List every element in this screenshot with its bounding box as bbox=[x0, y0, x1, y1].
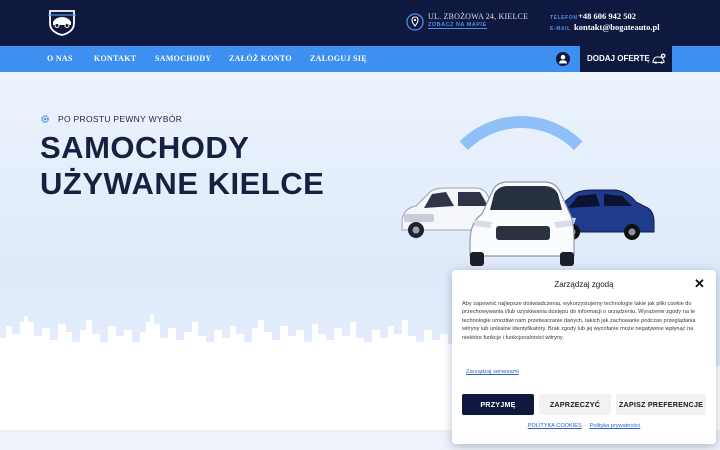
consent-title: Zarządzaj zgodą bbox=[554, 280, 614, 289]
hero-tagline: PO PROSTU PEWNY WYBÓR bbox=[58, 114, 183, 124]
phone-number[interactable]: +48 606 942 502 bbox=[578, 11, 636, 21]
hero-title-line1: SAMOCHODY bbox=[40, 130, 250, 165]
email-label: E-MAIL bbox=[550, 26, 571, 32]
consent-text: Aby zapewnić najlepsze doświadczenia, wy… bbox=[462, 301, 696, 341]
top-bar: UL. ZBOŻOWA 24, KIELCE ZOBACZ NA MAPIE T… bbox=[0, 0, 720, 46]
phone-label: TELEFON bbox=[550, 15, 578, 21]
add-offer-label: DODAJ OFERTĘ bbox=[587, 54, 650, 63]
add-offer-button[interactable]: DODAJ OFERTĘ bbox=[580, 46, 672, 72]
accept-button[interactable]: PRZYJMĘ bbox=[462, 394, 534, 415]
link-separator: · bbox=[584, 423, 587, 429]
nav-item-zaloguj-sie[interactable]: ZALOGUJ SIĘ bbox=[310, 54, 367, 63]
gear-icon bbox=[41, 115, 49, 123]
nav-item-o-nas[interactable]: O NAS bbox=[47, 54, 73, 63]
cookie-consent-dialog: Zarządzaj zgodą ✕ Aby zapewnić najlepsze… bbox=[452, 270, 716, 444]
reject-button[interactable]: ZAPRZECZYĆ bbox=[539, 394, 611, 415]
nav-item-samochody[interactable]: SAMOCHODY bbox=[155, 54, 211, 63]
location-pin-icon bbox=[406, 13, 424, 31]
privacy-policy-link[interactable]: Polityka prywatności bbox=[590, 423, 641, 429]
logo[interactable] bbox=[46, 8, 78, 36]
manage-services-link[interactable]: Zarządzaj serwisami bbox=[466, 369, 519, 375]
consent-policy-links: POLITYKA COOKIES · Polityka prywatności bbox=[452, 423, 716, 429]
car-plus-icon bbox=[652, 53, 666, 64]
nav-item-kontakt[interactable]: KONTAKT bbox=[94, 54, 136, 63]
user-account-icon[interactable] bbox=[556, 52, 570, 66]
email-address[interactable]: kontakt@bogateauto.pl bbox=[574, 22, 660, 32]
cookie-policy-link[interactable]: POLITYKA COOKIES bbox=[528, 423, 582, 429]
city-skyline-graphic bbox=[0, 314, 460, 372]
address-text: UL. ZBOŻOWA 24, KIELCE bbox=[428, 12, 529, 21]
save-preferences-button[interactable]: ZAPISZ PREFERENCJE bbox=[616, 394, 706, 415]
map-link[interactable]: ZOBACZ NA MAPIE bbox=[428, 22, 487, 29]
close-icon[interactable]: ✕ bbox=[694, 277, 705, 290]
hero-cars-image bbox=[401, 181, 655, 266]
hero-title-line2: UŻYWANE KIELCE bbox=[40, 166, 325, 201]
nav-item-zaloz-konto[interactable]: ZAŁÓŻ KONTO bbox=[229, 54, 292, 63]
